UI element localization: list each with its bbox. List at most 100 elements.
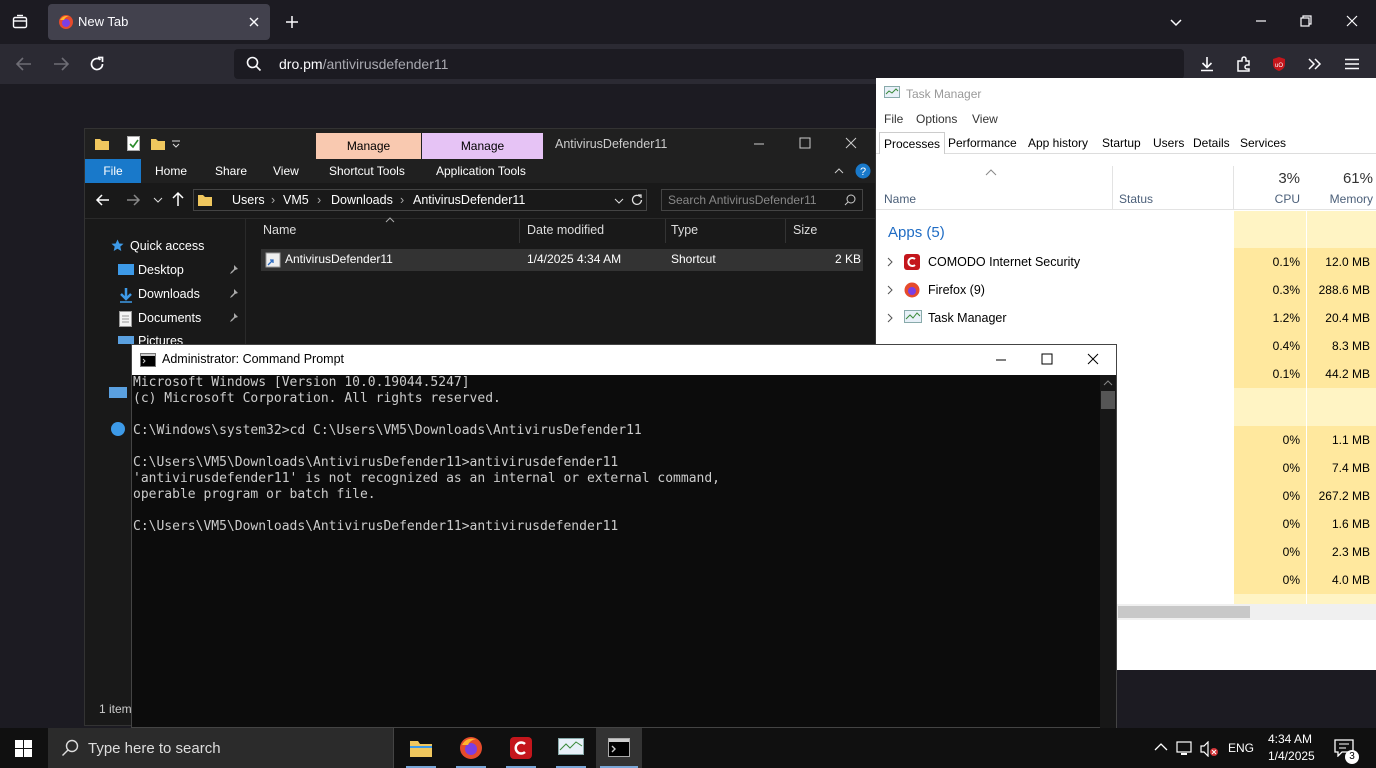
ribbon-shortcut-tools[interactable]: Shortcut Tools bbox=[329, 159, 405, 183]
tab-processes[interactable]: Processes bbox=[879, 132, 946, 154]
clock-date[interactable]: 1/4/2025 bbox=[1268, 749, 1315, 763]
address-dropdown-icon[interactable] bbox=[614, 196, 624, 206]
col-date-modified[interactable]: Date modified bbox=[527, 223, 604, 237]
file-row[interactable]: AntivirusDefender11 1/4/2025 4:34 AM Sho… bbox=[261, 249, 863, 271]
col-status[interactable]: Status bbox=[1119, 192, 1153, 206]
address-bar[interactable]: Users › VM5 › Downloads › AntivirusDefen… bbox=[193, 189, 647, 211]
col-cpu[interactable]: CPU bbox=[1234, 192, 1300, 206]
scroll-up-icon[interactable] bbox=[1103, 379, 1113, 387]
col-name[interactable]: Name bbox=[263, 223, 296, 237]
scrollbar-thumb[interactable] bbox=[1118, 606, 1250, 618]
url-bar[interactable]: dro.pm/antivirusdefender11 bbox=[234, 49, 1184, 79]
forward-icon[interactable] bbox=[125, 192, 141, 208]
ribbon-application-tools[interactable]: Application Tools bbox=[436, 159, 526, 183]
back-icon[interactable] bbox=[95, 192, 111, 208]
pin-icon[interactable] bbox=[229, 265, 239, 275]
breadcrumb-antivirusdefender11[interactable]: AntivirusDefender11 bbox=[413, 193, 525, 207]
col-type[interactable]: Type bbox=[671, 223, 698, 237]
ribbon-view[interactable]: View bbox=[273, 159, 299, 183]
refresh-icon[interactable] bbox=[630, 193, 644, 207]
process-row[interactable]: COMODO Internet Security 0.1% 12.0 MB bbox=[876, 248, 1376, 276]
restore-icon[interactable] bbox=[1299, 14, 1313, 28]
nav-desktop[interactable]: Desktop bbox=[138, 263, 184, 277]
hamburger-menu-icon[interactable] bbox=[1344, 56, 1360, 72]
tab-list-icon[interactable] bbox=[12, 14, 28, 30]
expand-chevron-icon[interactable] bbox=[886, 285, 894, 295]
manage-application-tab[interactable]: Manage bbox=[422, 133, 543, 159]
tm-menu-file[interactable]: File bbox=[884, 112, 903, 126]
tab-details[interactable]: Details bbox=[1189, 132, 1234, 154]
close-window-icon[interactable] bbox=[1087, 353, 1099, 365]
ribbon-expand-icon[interactable] bbox=[833, 165, 845, 177]
expand-chevron-icon[interactable] bbox=[886, 313, 894, 323]
process-row[interactable]: Firefox (9) 0.3% 288.6 MB bbox=[876, 276, 1376, 304]
minimize-icon[interactable] bbox=[753, 138, 765, 150]
help-icon[interactable]: ? bbox=[855, 163, 871, 179]
breadcrumb-users[interactable]: Users bbox=[232, 193, 265, 207]
taskbar-task-manager[interactable] bbox=[548, 728, 594, 768]
manage-shortcut-tab[interactable]: Manage bbox=[316, 133, 421, 159]
forward-icon[interactable] bbox=[52, 56, 70, 72]
expand-chevron-icon[interactable] bbox=[886, 257, 894, 267]
ribbon-file[interactable]: File bbox=[85, 159, 141, 183]
pin-icon[interactable] bbox=[229, 313, 239, 323]
network-icon[interactable] bbox=[1176, 741, 1194, 757]
nav-quick-access[interactable]: Quick access bbox=[130, 239, 204, 253]
nav-pictures[interactable]: Pictures bbox=[138, 334, 183, 344]
ribbon-home[interactable]: Home bbox=[155, 159, 187, 183]
minimize-icon[interactable] bbox=[1254, 14, 1268, 28]
nav-downloads[interactable]: Downloads bbox=[138, 287, 200, 301]
cmd-console-output[interactable]: Microsoft Windows [Version 10.0.19044.52… bbox=[132, 375, 1100, 729]
search-input[interactable]: Search AntivirusDefender11 bbox=[661, 189, 863, 211]
tab-users[interactable]: Users bbox=[1149, 132, 1188, 154]
col-size[interactable]: Size bbox=[793, 223, 817, 237]
tab-app-history[interactable]: App history bbox=[1024, 132, 1092, 154]
properties-check-icon[interactable] bbox=[127, 136, 141, 152]
vertical-scrollbar[interactable] bbox=[1100, 375, 1116, 729]
pin-icon[interactable] bbox=[229, 289, 239, 299]
close-window-icon[interactable] bbox=[845, 137, 857, 149]
tab-startup[interactable]: Startup bbox=[1098, 132, 1145, 154]
downloads-icon[interactable] bbox=[1198, 55, 1216, 73]
tab-performance[interactable]: Performance bbox=[944, 132, 1021, 154]
ribbon-share[interactable]: Share bbox=[215, 159, 247, 183]
taskbar-command-prompt[interactable] bbox=[596, 728, 642, 768]
ublock-origin-icon[interactable]: uO bbox=[1271, 56, 1287, 72]
browser-tab[interactable]: New Tab bbox=[48, 4, 270, 40]
tab-services[interactable]: Services bbox=[1236, 132, 1290, 154]
clock-time[interactable]: 4:34 AM bbox=[1268, 732, 1312, 746]
col-memory[interactable]: Memory bbox=[1307, 192, 1373, 206]
up-folder-icon[interactable] bbox=[171, 191, 185, 207]
quick-access-dropdown-icon[interactable] bbox=[171, 139, 181, 149]
list-all-tabs-icon[interactable] bbox=[1168, 14, 1184, 30]
close-tab-icon[interactable] bbox=[248, 16, 260, 28]
minimize-icon[interactable] bbox=[995, 354, 1007, 366]
back-icon[interactable] bbox=[15, 56, 33, 72]
extensions-icon[interactable] bbox=[1235, 55, 1253, 73]
taskbar-search-box[interactable]: Type here to search bbox=[48, 728, 394, 768]
taskbar-firefox[interactable] bbox=[448, 728, 494, 768]
language-indicator[interactable]: ENG bbox=[1228, 741, 1254, 755]
col-name[interactable]: Name bbox=[884, 192, 916, 206]
recent-locations-icon[interactable] bbox=[153, 195, 163, 205]
breadcrumb-downloads[interactable]: Downloads bbox=[331, 193, 393, 207]
maximize-icon[interactable] bbox=[799, 137, 811, 149]
new-tab-icon[interactable] bbox=[284, 14, 300, 30]
reload-icon[interactable] bbox=[88, 55, 106, 73]
new-folder-icon[interactable] bbox=[151, 137, 165, 151]
taskbar-file-explorer[interactable] bbox=[398, 728, 444, 768]
tm-menu-options[interactable]: Options bbox=[916, 112, 957, 126]
apps-group-header[interactable]: Apps (5) bbox=[888, 224, 945, 241]
overflow-chevrons-icon[interactable] bbox=[1307, 56, 1323, 72]
tray-overflow-chevron-icon[interactable] bbox=[1154, 742, 1168, 752]
nav-documents[interactable]: Documents bbox=[138, 311, 201, 325]
process-row[interactable]: Task Manager 1.2% 20.4 MB bbox=[876, 304, 1376, 332]
volume-muted-icon[interactable] bbox=[1200, 741, 1220, 757]
taskbar-comodo[interactable] bbox=[498, 728, 544, 768]
tm-menu-view[interactable]: View bbox=[972, 112, 998, 126]
windows-start-icon[interactable] bbox=[15, 740, 32, 757]
close-window-icon[interactable] bbox=[1345, 14, 1359, 28]
scrollbar-thumb[interactable] bbox=[1101, 391, 1115, 409]
breadcrumb-vm5[interactable]: VM5 bbox=[283, 193, 309, 207]
maximize-icon[interactable] bbox=[1041, 353, 1053, 365]
